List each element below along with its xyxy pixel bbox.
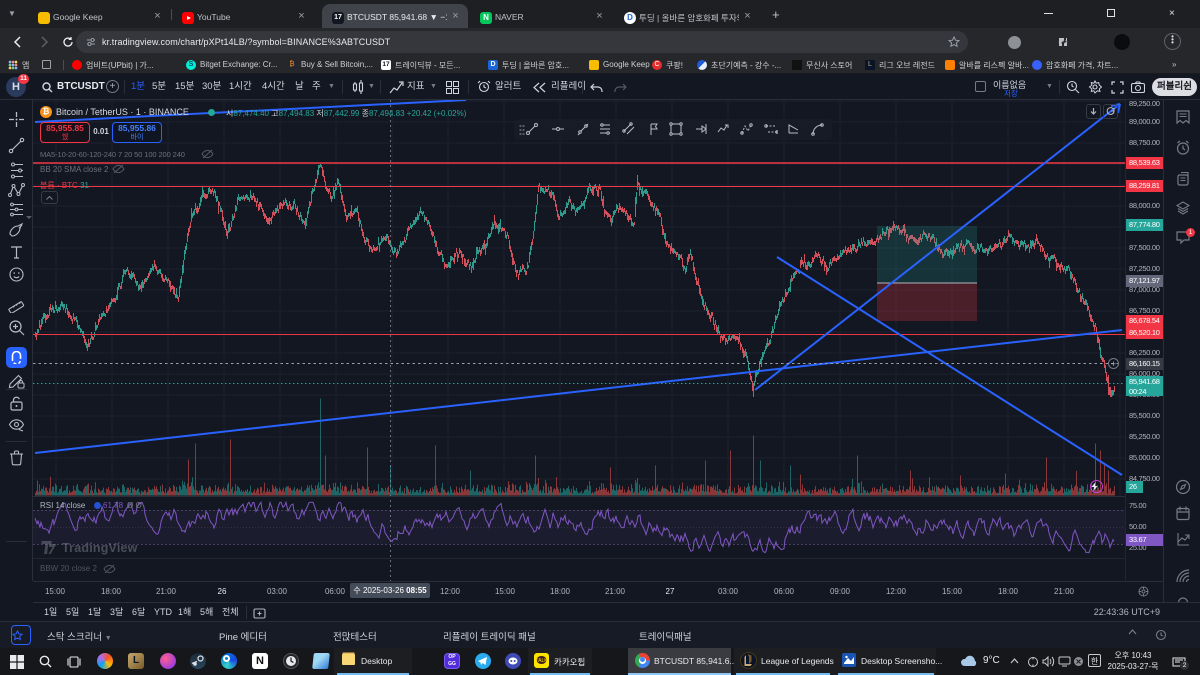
svg-text:TALK: TALK [535, 658, 548, 664]
